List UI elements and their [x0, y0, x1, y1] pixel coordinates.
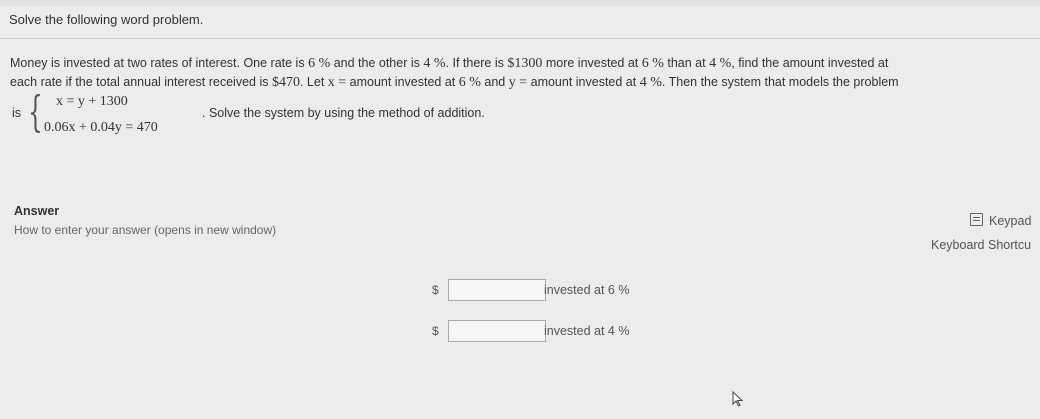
keypad-button[interactable]: Keypad	[970, 213, 1031, 228]
problem-statement: Money is invested at two rates of intere…	[10, 55, 1040, 91]
keypad-label: Keypad	[989, 214, 1032, 228]
amount-at-6-percent-input[interactable]	[448, 279, 546, 301]
problem-line-2: each rate if the total annual interest r…	[10, 75, 899, 90]
equation-2: 0.06x + 0.04y = 470	[44, 120, 158, 135]
currency-symbol: $	[432, 324, 439, 338]
currency-symbol: $	[432, 283, 439, 297]
input-suffix-label: invested at 4 %	[544, 324, 630, 338]
system-instruction: . Solve the system by using the method o…	[202, 106, 485, 120]
problem-line-1: Money is invested at two rates of intere…	[10, 56, 889, 71]
answer-heading: Answer	[14, 204, 60, 218]
system-is-label: is	[12, 106, 22, 120]
equation-1: x = y + 1300	[56, 94, 128, 109]
top-strip	[0, 0, 1040, 6]
keyboard-shortcuts-link[interactable]: Keyboard Shortcu	[931, 238, 1031, 252]
left-brace-icon: {	[28, 87, 43, 136]
page-title: Solve the following word problem.	[9, 12, 204, 27]
how-to-enter-answer-link[interactable]: How to enter your answer (opens in new w…	[14, 223, 276, 237]
mouse-cursor-icon	[732, 391, 744, 407]
header-divider	[0, 38, 1040, 39]
input-suffix-label: invested at 6 %	[544, 283, 630, 297]
amount-at-4-percent-input[interactable]	[448, 320, 546, 342]
keypad-icon	[970, 213, 983, 226]
